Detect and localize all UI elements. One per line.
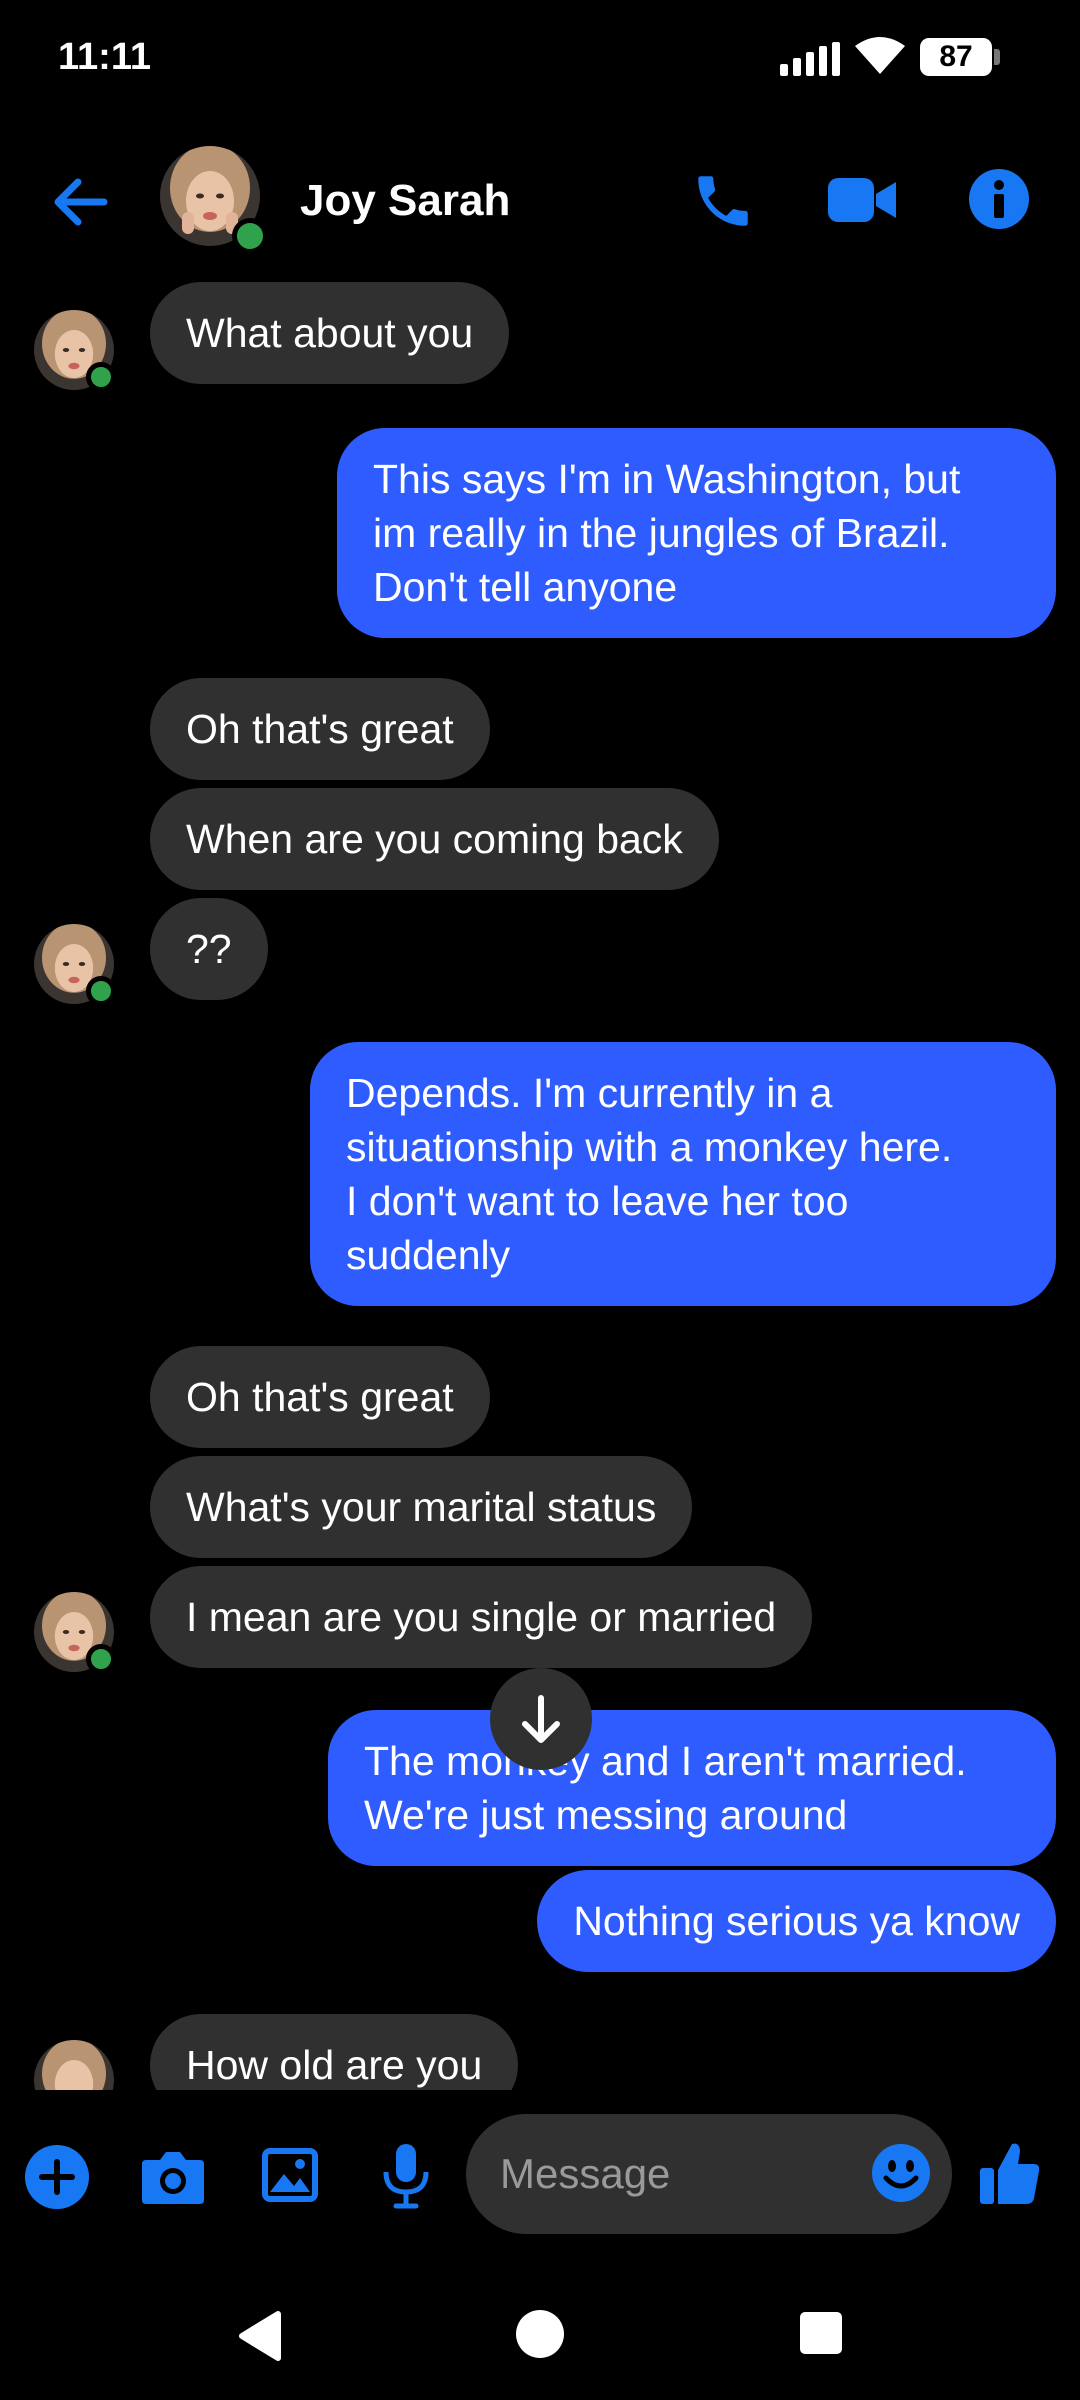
plus-icon[interactable] [24, 2144, 90, 2210]
system-nav-bar [0, 2270, 1080, 2400]
message-line: We're just messing around [364, 1792, 848, 1838]
nav-back-icon[interactable] [236, 2310, 282, 2362]
message-line: The monkey and I aren't married. [364, 1738, 967, 1784]
nav-recents-icon[interactable] [798, 2310, 844, 2356]
contact-avatar-small[interactable] [34, 1590, 118, 1676]
camera-icon[interactable] [140, 2148, 206, 2206]
phone-icon[interactable] [690, 168, 756, 234]
signal-icon [780, 42, 840, 76]
message-line: Don't tell anyone [373, 564, 678, 610]
messenger-chat-screen: 11:11 87 Joy Sarah What about you This s… [0, 0, 1080, 2400]
battery-icon: 87 [920, 38, 1000, 76]
incoming-message[interactable]: Oh that's great [150, 1346, 490, 1448]
incoming-message[interactable]: Oh that's great [150, 678, 490, 780]
incoming-message[interactable]: What about you [150, 282, 510, 384]
chat-header: Joy Sarah [0, 130, 1080, 270]
emoji-icon[interactable] [870, 2142, 932, 2204]
arrow-down-icon [522, 1695, 560, 1743]
incoming-message[interactable]: What's your marital status [150, 1456, 693, 1558]
video-camera-icon[interactable] [826, 172, 898, 228]
status-bar: 11:11 87 [0, 0, 1080, 120]
message-line: situationship with a monkey here. [346, 1124, 953, 1170]
battery-level: 87 [920, 38, 992, 76]
message-line: suddenly [346, 1232, 511, 1278]
message-line: I don't want to leave her too [346, 1178, 849, 1224]
scroll-to-bottom-button[interactable] [490, 1668, 592, 1770]
nav-home-icon[interactable] [514, 2308, 566, 2360]
contact-name[interactable]: Joy Sarah [300, 176, 510, 226]
message-composer: Message [0, 2100, 1080, 2250]
incoming-message[interactable]: When are you coming back [150, 788, 719, 890]
outgoing-message[interactable]: Depends. I'm currently in a situationshi… [310, 1042, 1056, 1306]
outgoing-message[interactable]: Nothing serious ya know [537, 1870, 1056, 1972]
contact-avatar[interactable] [160, 144, 268, 254]
message-placeholder: Message [500, 2150, 671, 2197]
back-arrow-icon[interactable] [48, 170, 112, 234]
message-line: Depends. I'm currently in a [346, 1070, 833, 1116]
message-line: im really in the jungles of Brazil. [373, 510, 950, 556]
incoming-message[interactable]: How old are you [150, 2014, 519, 2090]
info-icon[interactable] [968, 168, 1030, 230]
outgoing-message[interactable]: The monkey and I aren't married. We're j… [328, 1710, 1056, 1866]
microphone-icon[interactable] [376, 2142, 436, 2210]
contact-avatar-small[interactable] [34, 922, 118, 1008]
outgoing-message[interactable]: This says I'm in Washington, but im real… [337, 428, 1056, 638]
contact-avatar-small[interactable] [34, 2038, 118, 2090]
status-time: 11:11 [58, 36, 151, 78]
wifi-icon [855, 37, 905, 74]
incoming-message[interactable]: I mean are you single or married [150, 1566, 813, 1668]
message-list[interactable]: What about you This says I'm in Washingt… [0, 270, 1080, 2090]
thumbs-up-icon[interactable] [978, 2140, 1042, 2206]
contact-avatar-small[interactable] [34, 308, 118, 394]
message-line: This says I'm in Washington, but [373, 456, 961, 502]
online-status-dot [232, 218, 268, 254]
gallery-icon[interactable] [260, 2146, 320, 2204]
incoming-message[interactable]: ?? [150, 898, 268, 1000]
